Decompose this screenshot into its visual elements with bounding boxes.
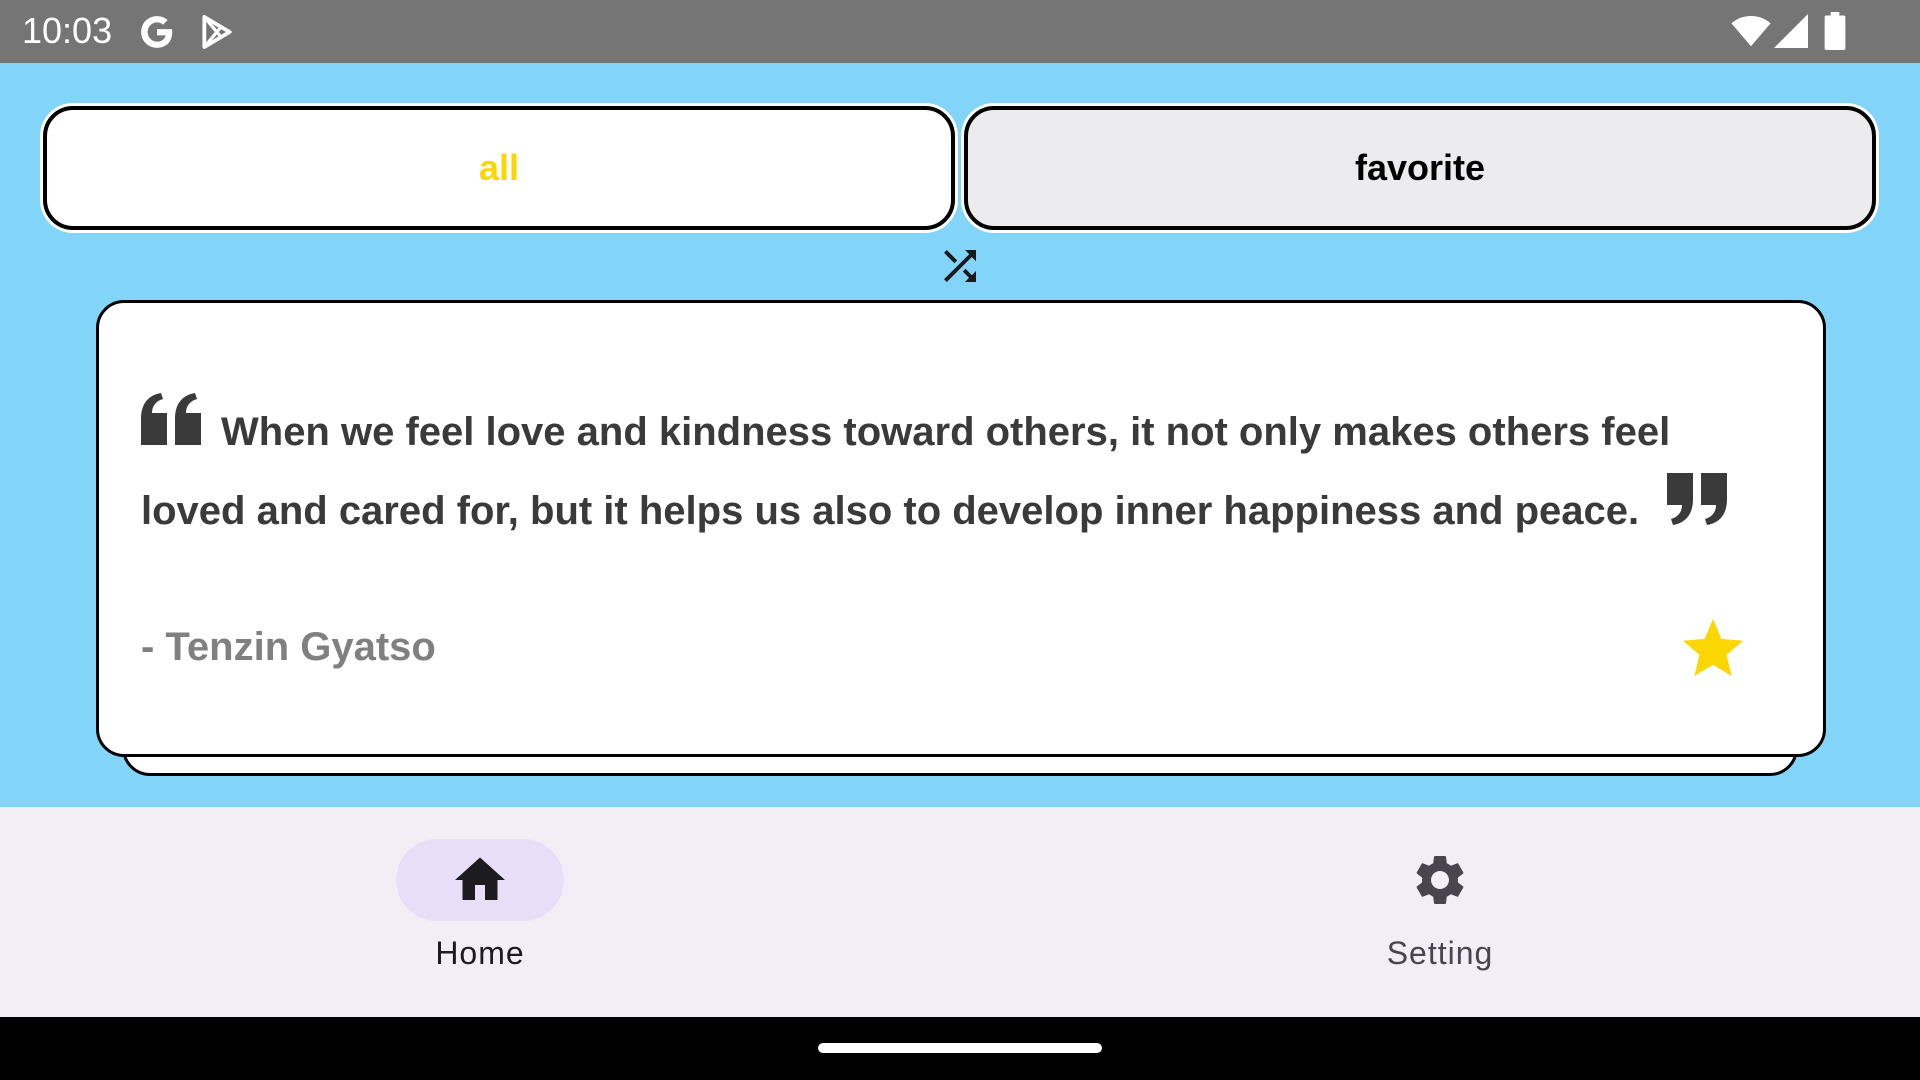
google-icon xyxy=(141,16,173,48)
play-store-icon xyxy=(202,15,232,49)
wifi-icon xyxy=(1731,16,1771,47)
tab-all[interactable]: all xyxy=(43,106,955,230)
home-icon xyxy=(455,857,505,900)
quote-card[interactable]: When we feel love and kindness toward ot… xyxy=(96,300,1826,757)
signal-icon xyxy=(1774,14,1808,48)
battery-icon xyxy=(1824,12,1846,50)
tab-favorite[interactable]: favorite xyxy=(964,106,1876,230)
gesture-handle[interactable] xyxy=(818,1043,1102,1053)
bottom-navigation: Home Setting xyxy=(0,807,1920,1017)
gear-icon xyxy=(1416,856,1464,904)
system-navigation-bar xyxy=(0,1017,1920,1080)
star-icon[interactable] xyxy=(1677,613,1749,685)
quote-text: When we feel love and kindness toward ot… xyxy=(141,410,1671,533)
nav-label-setting: Setting xyxy=(1386,935,1494,971)
shuffle-icon[interactable] xyxy=(936,242,984,290)
tab-all-label: all xyxy=(478,147,520,188)
nav-item-home[interactable]: Home xyxy=(0,807,960,1017)
status-time: 10:03 xyxy=(22,10,113,51)
nav-label-home: Home xyxy=(435,935,525,971)
tab-favorite-label: favorite xyxy=(1354,147,1486,188)
quote-author: - Tenzin Gyatso xyxy=(141,625,436,669)
status-bar: 10:03 xyxy=(0,0,1920,63)
quote-close-icon xyxy=(1667,473,1727,525)
nav-item-setting[interactable]: Setting xyxy=(960,807,1920,1017)
app-root: 10:03 all favorite When we feel love and… xyxy=(0,0,1920,1080)
